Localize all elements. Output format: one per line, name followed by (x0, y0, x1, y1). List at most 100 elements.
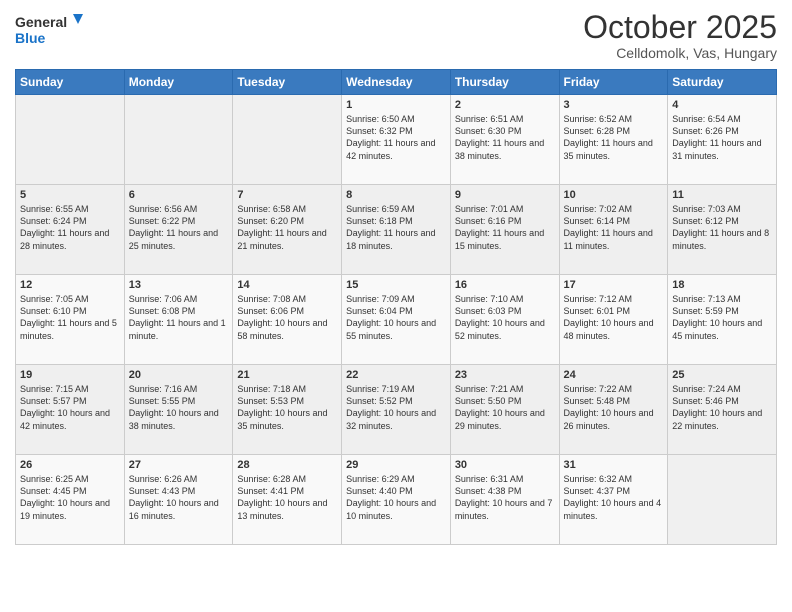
day-info: Sunrise: 7:21 AM Sunset: 5:50 PM Dayligh… (455, 383, 555, 432)
header-friday: Friday (559, 70, 668, 95)
day-cell-1-4: 9 Sunrise: 7:01 AM Sunset: 6:16 PM Daylig… (450, 185, 559, 275)
day-cell-0-6: 4Sunrise: 6:54 AM Sunset: 6:26 PM Daylig… (668, 95, 777, 185)
day-info: Sunrise: 6:31 AM Sunset: 4:38 PM Dayligh… (455, 473, 555, 522)
day-number: 5 (20, 189, 120, 201)
calendar-subtitle: Celldomolk, Vas, Hungary (583, 45, 777, 61)
header-wednesday: Wednesday (342, 70, 451, 95)
day-cell-4-4: 30 Sunrise: 6:31 AM Sunset: 4:38 PM Dayli… (450, 455, 559, 545)
day-number: 12 (20, 279, 120, 291)
week-row-1: 5 Sunrise: 6:55 AM Sunset: 6:24 PM Daylig… (16, 185, 777, 275)
day-info: Sunrise: 7:09 AM Sunset: 6:04 PM Dayligh… (346, 293, 446, 342)
day-number: 2 (455, 99, 555, 111)
day-cell-3-5: 24 Sunrise: 7:22 AM Sunset: 5:48 PM Dayli… (559, 365, 668, 455)
day-cell-2-0: 12 Sunrise: 7:05 AM Sunset: 6:10 PM Dayli… (16, 275, 125, 365)
day-info: Sunrise: 7:02 AM Sunset: 6:14 PM Dayligh… (564, 203, 664, 252)
week-row-4: 26 Sunrise: 6:25 AM Sunset: 4:45 PM Dayli… (16, 455, 777, 545)
day-cell-1-5: 10Sunrise: 7:02 AM Sunset: 6:14 PM Dayli… (559, 185, 668, 275)
day-info: Sunrise: 6:26 AM Sunset: 4:43 PM Dayligh… (129, 473, 229, 522)
day-info: Sunrise: 7:15 AM Sunset: 5:57 PM Dayligh… (20, 383, 120, 432)
day-number: 30 (455, 459, 555, 471)
day-number: 31 (564, 459, 664, 471)
day-cell-4-6 (668, 455, 777, 545)
day-cell-3-3: 22 Sunrise: 7:19 AM Sunset: 5:52 PM Dayli… (342, 365, 451, 455)
day-number: 14 (237, 279, 337, 291)
day-cell-0-5: 3 Sunrise: 6:52 AM Sunset: 6:28 PM Daylig… (559, 95, 668, 185)
day-info: Sunrise: 6:55 AM Sunset: 6:24 PM Dayligh… (20, 203, 120, 252)
day-cell-0-0 (16, 95, 125, 185)
day-number: 1 (346, 99, 446, 111)
day-number: 24 (564, 369, 664, 381)
header: General Blue October 2025 Celldomolk, Va… (15, 10, 777, 61)
day-cell-3-6: 25 Sunrise: 7:24 AM Sunset: 5:46 PM Dayli… (668, 365, 777, 455)
day-info: Sunrise: 6:25 AM Sunset: 4:45 PM Dayligh… (20, 473, 120, 522)
day-info: Sunrise: 7:03 AM Sunset: 6:12 PM Dayligh… (672, 203, 772, 252)
day-info: Sunrise: 7:24 AM Sunset: 5:46 PM Dayligh… (672, 383, 772, 432)
day-number: 28 (237, 459, 337, 471)
day-cell-4-5: 31Sunrise: 6:32 AM Sunset: 4:37 PM Dayli… (559, 455, 668, 545)
logo-svg: General Blue (15, 10, 85, 48)
day-number: 7 (237, 189, 337, 201)
day-number: 18 (672, 279, 772, 291)
day-info: Sunrise: 6:59 AM Sunset: 6:18 PM Dayligh… (346, 203, 446, 252)
day-number: 21 (237, 369, 337, 381)
day-info: Sunrise: 6:52 AM Sunset: 6:28 PM Dayligh… (564, 113, 664, 162)
day-cell-1-0: 5 Sunrise: 6:55 AM Sunset: 6:24 PM Daylig… (16, 185, 125, 275)
day-cell-2-6: 18 Sunrise: 7:13 AM Sunset: 5:59 PM Dayli… (668, 275, 777, 365)
day-info: Sunrise: 7:13 AM Sunset: 5:59 PM Dayligh… (672, 293, 772, 342)
day-cell-2-2: 14Sunrise: 7:08 AM Sunset: 6:06 PM Dayli… (233, 275, 342, 365)
header-thursday: Thursday (450, 70, 559, 95)
day-cell-3-4: 23 Sunrise: 7:21 AM Sunset: 5:50 PM Dayli… (450, 365, 559, 455)
day-info: Sunrise: 7:01 AM Sunset: 6:16 PM Dayligh… (455, 203, 555, 252)
day-number: 3 (564, 99, 664, 111)
header-tuesday: Tuesday (233, 70, 342, 95)
day-cell-2-1: 13 Sunrise: 7:06 AM Sunset: 6:08 PM Dayli… (124, 275, 233, 365)
day-cell-1-2: 7 Sunrise: 6:58 AM Sunset: 6:20 PM Daylig… (233, 185, 342, 275)
week-row-3: 19 Sunrise: 7:15 AM Sunset: 5:57 PM Dayli… (16, 365, 777, 455)
day-cell-2-4: 16Sunrise: 7:10 AM Sunset: 6:03 PM Dayli… (450, 275, 559, 365)
day-cell-4-1: 27Sunrise: 6:26 AM Sunset: 4:43 PM Dayli… (124, 455, 233, 545)
day-cell-0-3: 1 Sunrise: 6:50 AM Sunset: 6:32 PM Daylig… (342, 95, 451, 185)
day-number: 17 (564, 279, 664, 291)
day-info: Sunrise: 7:05 AM Sunset: 6:10 PM Dayligh… (20, 293, 120, 342)
day-number: 22 (346, 369, 446, 381)
day-number: 19 (20, 369, 120, 381)
day-number: 26 (20, 459, 120, 471)
day-cell-0-1 (124, 95, 233, 185)
day-info: Sunrise: 6:50 AM Sunset: 6:32 PM Dayligh… (346, 113, 446, 162)
svg-text:Blue: Blue (15, 30, 46, 46)
header-saturday: Saturday (668, 70, 777, 95)
day-number: 25 (672, 369, 772, 381)
day-cell-4-3: 29 Sunrise: 6:29 AM Sunset: 4:40 PM Dayli… (342, 455, 451, 545)
day-info: Sunrise: 7:19 AM Sunset: 5:52 PM Dayligh… (346, 383, 446, 432)
day-info: Sunrise: 6:58 AM Sunset: 6:20 PM Dayligh… (237, 203, 337, 252)
day-cell-3-2: 21Sunrise: 7:18 AM Sunset: 5:53 PM Dayli… (233, 365, 342, 455)
day-info: Sunrise: 7:06 AM Sunset: 6:08 PM Dayligh… (129, 293, 229, 342)
day-number: 6 (129, 189, 229, 201)
calendar-title: October 2025 (583, 10, 777, 45)
day-cell-4-2: 28Sunrise: 6:28 AM Sunset: 4:41 PM Dayli… (233, 455, 342, 545)
week-row-0: 1 Sunrise: 6:50 AM Sunset: 6:32 PM Daylig… (16, 95, 777, 185)
title-block: October 2025 Celldomolk, Vas, Hungary (583, 10, 777, 61)
day-number: 29 (346, 459, 446, 471)
day-number: 13 (129, 279, 229, 291)
day-number: 15 (346, 279, 446, 291)
day-number: 16 (455, 279, 555, 291)
calendar-table: Sunday Monday Tuesday Wednesday Thursday… (15, 69, 777, 545)
week-row-2: 12 Sunrise: 7:05 AM Sunset: 6:10 PM Dayli… (16, 275, 777, 365)
day-cell-3-1: 20 Sunrise: 7:16 AM Sunset: 5:55 PM Dayli… (124, 365, 233, 455)
day-cell-0-4: 2 Sunrise: 6:51 AM Sunset: 6:30 PM Daylig… (450, 95, 559, 185)
day-info: Sunrise: 6:51 AM Sunset: 6:30 PM Dayligh… (455, 113, 555, 162)
day-info: Sunrise: 7:22 AM Sunset: 5:48 PM Dayligh… (564, 383, 664, 432)
day-cell-0-2 (233, 95, 342, 185)
day-info: Sunrise: 6:29 AM Sunset: 4:40 PM Dayligh… (346, 473, 446, 522)
day-info: Sunrise: 7:16 AM Sunset: 5:55 PM Dayligh… (129, 383, 229, 432)
day-info: Sunrise: 6:54 AM Sunset: 6:26 PM Dayligh… (672, 113, 772, 162)
day-cell-3-0: 19 Sunrise: 7:15 AM Sunset: 5:57 PM Dayli… (16, 365, 125, 455)
day-cell-1-1: 6Sunrise: 6:56 AM Sunset: 6:22 PM Daylig… (124, 185, 233, 275)
day-number: 9 (455, 189, 555, 201)
day-number: 23 (455, 369, 555, 381)
day-cell-1-3: 8 Sunrise: 6:59 AM Sunset: 6:18 PM Daylig… (342, 185, 451, 275)
day-number: 20 (129, 369, 229, 381)
day-number: 8 (346, 189, 446, 201)
header-sunday: Sunday (16, 70, 125, 95)
